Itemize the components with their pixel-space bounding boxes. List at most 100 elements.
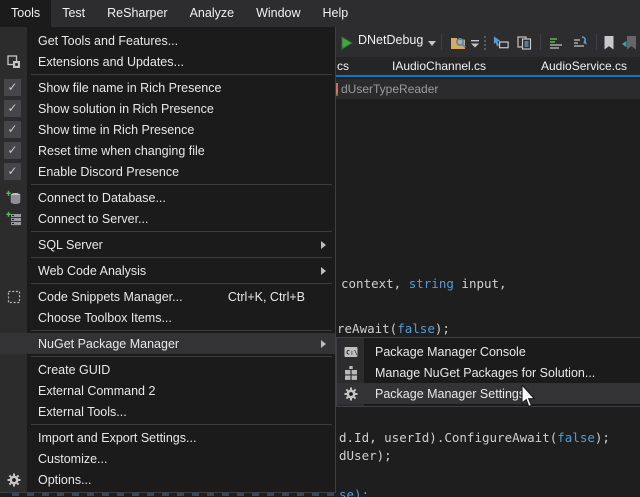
menu-item-label: Connect to Database... bbox=[38, 191, 166, 205]
menu-item-label: Web Code Analysis bbox=[38, 264, 146, 278]
menu-separator bbox=[31, 257, 332, 258]
toolbar-separator bbox=[596, 34, 597, 50]
tab-cs[interactable]: cs bbox=[337, 57, 349, 76]
menu-separator bbox=[31, 356, 332, 357]
submenu-item-package-manager-settings[interactable]: Package Manager Settings bbox=[337, 383, 640, 404]
menu-item-label: Import and Export Settings... bbox=[38, 431, 196, 445]
code-segment: string bbox=[409, 276, 454, 291]
menu-item-label: Manage NuGet Packages for Solution... bbox=[375, 366, 595, 380]
menubar-item-tools[interactable]: Tools bbox=[0, 0, 51, 27]
console-icon: C:\ bbox=[342, 343, 359, 360]
menubar-item-window[interactable]: Window bbox=[245, 0, 311, 27]
code-segment: dUser); bbox=[339, 448, 392, 463]
clipped-code-line bbox=[12, 493, 334, 496]
menu-separator bbox=[31, 74, 332, 75]
submenu-item-package-manager-console[interactable]: C:\ Package Manager Console bbox=[337, 341, 640, 362]
menu-item-code-snippets-manager[interactable]: Code Snippets Manager... Ctrl+K, Ctrl+B bbox=[0, 286, 335, 307]
menu-item-label: Connect to Server... bbox=[38, 212, 148, 226]
menu-item-label: Show time in Rich Presence bbox=[38, 123, 194, 137]
menu-item-label: NuGet Package Manager bbox=[38, 337, 179, 351]
menubar-item-test[interactable]: Test bbox=[51, 0, 96, 27]
code-segment: d.Id, userId).ConfigureAwait( bbox=[339, 430, 557, 445]
tools-menu: Get Tools and Features... Extensions and … bbox=[0, 27, 336, 493]
menu-item-label: Show file name in Rich Presence bbox=[38, 81, 221, 95]
menu-item-web-code-analysis[interactable]: Web Code Analysis bbox=[0, 260, 335, 281]
menu-item-label: Customize... bbox=[38, 452, 107, 466]
menu-item-get-tools-and-features[interactable]: Get Tools and Features... bbox=[0, 30, 335, 51]
checkmark-icon: ✓ bbox=[4, 163, 21, 180]
menu-item-label: Enable Discord Presence bbox=[38, 165, 179, 179]
server-icon bbox=[5, 210, 22, 227]
checkmark-icon: ✓ bbox=[4, 100, 21, 117]
code-segment: false bbox=[397, 321, 435, 336]
nuget-submenu: C:\ Package Manager Console Manage NuGet P… bbox=[336, 337, 640, 407]
menu-item-nuget-package-manager[interactable]: NuGet Package Manager bbox=[0, 333, 335, 354]
menu-item-extensions-and-updates[interactable]: Extensions and Updates... bbox=[0, 51, 335, 72]
menu-item-external-command-2[interactable]: External Command 2 bbox=[0, 380, 335, 401]
code-segment: context, bbox=[341, 276, 409, 291]
code-line: d.Id, userId).ConfigureAwait(false); bbox=[339, 430, 610, 445]
menu-item-create-guid[interactable]: Create GUID bbox=[0, 359, 335, 380]
menu-item-shortcut: Ctrl+K, Ctrl+B bbox=[228, 290, 335, 304]
menu-item-label: Code Snippets Manager... bbox=[38, 290, 183, 304]
menubar-item-analyze[interactable]: Analyze bbox=[179, 0, 245, 27]
snippets-icon bbox=[5, 288, 22, 305]
menu-item-connect-to-database[interactable]: Connect to Database... bbox=[0, 187, 335, 208]
vs-window: DNetDebug cs IAudioChannel.cs AudioService… bbox=[0, 0, 640, 497]
menu-item-enable-discord-presence[interactable]: ✓ Enable Discord Presence bbox=[0, 161, 335, 182]
code-segment: reAwait( bbox=[337, 321, 397, 336]
gear-icon bbox=[5, 471, 22, 488]
menu-item-label: Create GUID bbox=[38, 363, 110, 377]
mouse-cursor bbox=[521, 385, 541, 411]
menubar-item-help[interactable]: Help bbox=[312, 0, 360, 27]
menu-separator bbox=[31, 184, 332, 185]
menu-item-choose-toolbox-items[interactable]: Choose Toolbox Items... bbox=[0, 307, 335, 328]
gear-icon bbox=[342, 385, 359, 402]
comment-lines-icon[interactable] bbox=[548, 34, 566, 52]
menu-item-import-and-export-settings[interactable]: Import and Export Settings... bbox=[0, 427, 335, 448]
breadcrumb-type[interactable]: dUserTypeReader bbox=[341, 82, 438, 96]
menu-item-label: Get Tools and Features... bbox=[38, 34, 178, 48]
debug-profile-selector[interactable]: DNetDebug bbox=[358, 33, 423, 47]
run-icon[interactable] bbox=[339, 34, 357, 52]
dropdown-caret-icon[interactable] bbox=[427, 34, 445, 52]
code-line: reAwait(false); bbox=[337, 321, 450, 336]
submenu-arrow-icon bbox=[321, 267, 326, 275]
bookmark-icon[interactable] bbox=[602, 34, 620, 52]
copy-lines-icon[interactable] bbox=[516, 34, 534, 52]
menu-item-options[interactable]: Options... bbox=[0, 469, 335, 490]
toolbar-separator bbox=[441, 34, 442, 50]
svg-text:C:\: C:\ bbox=[346, 348, 358, 356]
code-line: se); bbox=[339, 487, 369, 497]
uncomment-lines-icon[interactable] bbox=[572, 34, 590, 52]
menubar-item-resharper[interactable]: ReSharper bbox=[96, 0, 178, 27]
menu-item-external-tools[interactable]: External Tools... bbox=[0, 401, 335, 422]
database-icon bbox=[5, 189, 22, 206]
menu-item-show-time-in-rich-presence[interactable]: ✓ Show time in Rich Presence bbox=[0, 119, 335, 140]
submenu-item-manage-nuget-packages-for-solution[interactable]: Manage NuGet Packages for Solution... bbox=[337, 362, 640, 383]
tab-audioservice-cs[interactable]: AudioService.cs bbox=[541, 57, 627, 76]
find-in-files-icon[interactable] bbox=[450, 34, 468, 52]
code-segment: false bbox=[557, 430, 595, 445]
nuget-package-icon bbox=[342, 364, 359, 381]
menu-item-label: SQL Server bbox=[38, 238, 103, 252]
code-segment: ); bbox=[595, 430, 610, 445]
checkmark-icon: ✓ bbox=[4, 121, 21, 138]
tab-iaudiochannel-cs[interactable]: IAudioChannel.cs bbox=[392, 57, 486, 76]
code-line: dUser); bbox=[339, 448, 392, 463]
menu-separator bbox=[31, 424, 332, 425]
menu-item-show-solution-in-rich-presence[interactable]: ✓Show solution in Rich Presence bbox=[0, 98, 335, 119]
menu-item-reset-time-when-changing-file[interactable]: ✓Reset time when changing file bbox=[0, 140, 335, 161]
previous-bookmark-icon[interactable] bbox=[621, 34, 639, 52]
menu-item-label: Package Manager Console bbox=[375, 345, 526, 359]
menu-item-label: Options... bbox=[38, 473, 92, 487]
menu-item-label: Choose Toolbox Items... bbox=[38, 311, 172, 325]
menu-item-show-file-name-in-rich-presence[interactable]: ✓Show file name in Rich Presence bbox=[0, 77, 335, 98]
menu-separator bbox=[31, 231, 332, 232]
menu-item-connect-to-server[interactable]: Connect to Server... bbox=[0, 208, 335, 229]
navigate-to-icon[interactable] bbox=[492, 34, 510, 52]
submenu-arrow-icon bbox=[321, 241, 326, 249]
menu-item-customize[interactable]: Customize... bbox=[0, 448, 335, 469]
menu-item-sql-server[interactable]: SQL Server bbox=[0, 234, 335, 255]
breadcrumb-icon-sliver bbox=[336, 83, 338, 96]
